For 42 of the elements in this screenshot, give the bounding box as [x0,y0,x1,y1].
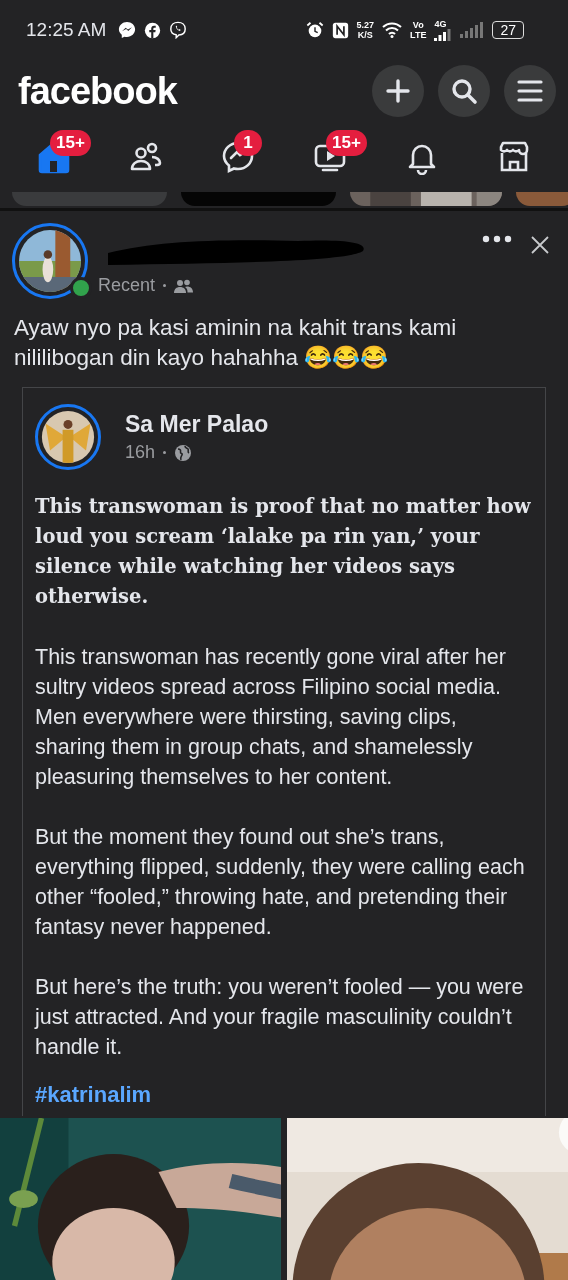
story-card[interactable] [516,192,568,206]
menu-button[interactable] [504,65,556,117]
post-paragraph: This transwoman is proof that no matter how loud you scream ‘lalake pa rin yan,’ your silence while watching her videos says otherwise. [35,494,531,610]
facebook-icon [144,21,162,39]
search-button[interactable] [438,65,490,117]
volte-label: Vo LTE [410,20,427,40]
notification-badge: 15+ [326,130,367,156]
nfc-icon [331,21,349,39]
signal-icon [460,22,485,38]
plus-icon [385,78,411,104]
menu-icon [516,78,544,104]
friends-icon [174,278,195,293]
post-text: Ayaw nyo pa kasi aminin na kahit trans kami nililibogan din kayo hahahha 😂😂😂 [14,314,458,372]
post-paragraph: But the moment they found out she’s trans, everything flipped, suddenly, they were calling each other “fooled,” throwing hate, and pretending their fantasy never happened. [35,824,526,941]
notification-badge: 15+ [50,130,91,156]
post-paragraph: But here’s the truth: you weren’t fooled — you were just attracted. And your fragile masculinity couldn’t handle it. [35,974,525,1061]
home-tab[interactable]: 15+ [12,130,96,184]
wifi-icon [382,22,403,38]
globe-icon [174,443,193,462]
author-name[interactable]: Sa Mer Palao [125,411,269,438]
notification-badge: 1 [234,130,262,156]
messenger-tab[interactable]: 1 [196,130,280,184]
phone-chat-icon [169,21,188,39]
network-type: 4G [434,19,447,29]
more-icon [482,235,512,243]
close-icon [530,235,550,255]
signal-icon [434,28,453,41]
create-button[interactable] [372,65,424,117]
separator-dot [163,284,167,287]
search-icon [450,77,478,105]
post-meta: Recent [98,275,156,296]
post-time: 16h [125,442,156,463]
status-time: 12:25 AM [26,19,107,41]
post-paragraph: This transwoman has recently gone viral after her sultry videos spread across Filipino social media. Men everywhere were thirsting, saving clips, sharing them in group chats, and shamelessly pleasuring themselves to her content. [35,644,507,791]
video-tab[interactable]: 15+ [288,130,372,184]
battery-indicator: 27 [492,21,524,39]
hashtag-link[interactable]: #katrinalim [35,1082,531,1108]
messenger-icon [118,21,137,39]
facebook-logo: facebook [18,69,177,113]
separator-dot [163,451,167,454]
alarm-icon [305,21,324,39]
network-speed: 5.27 K/S [356,20,375,40]
